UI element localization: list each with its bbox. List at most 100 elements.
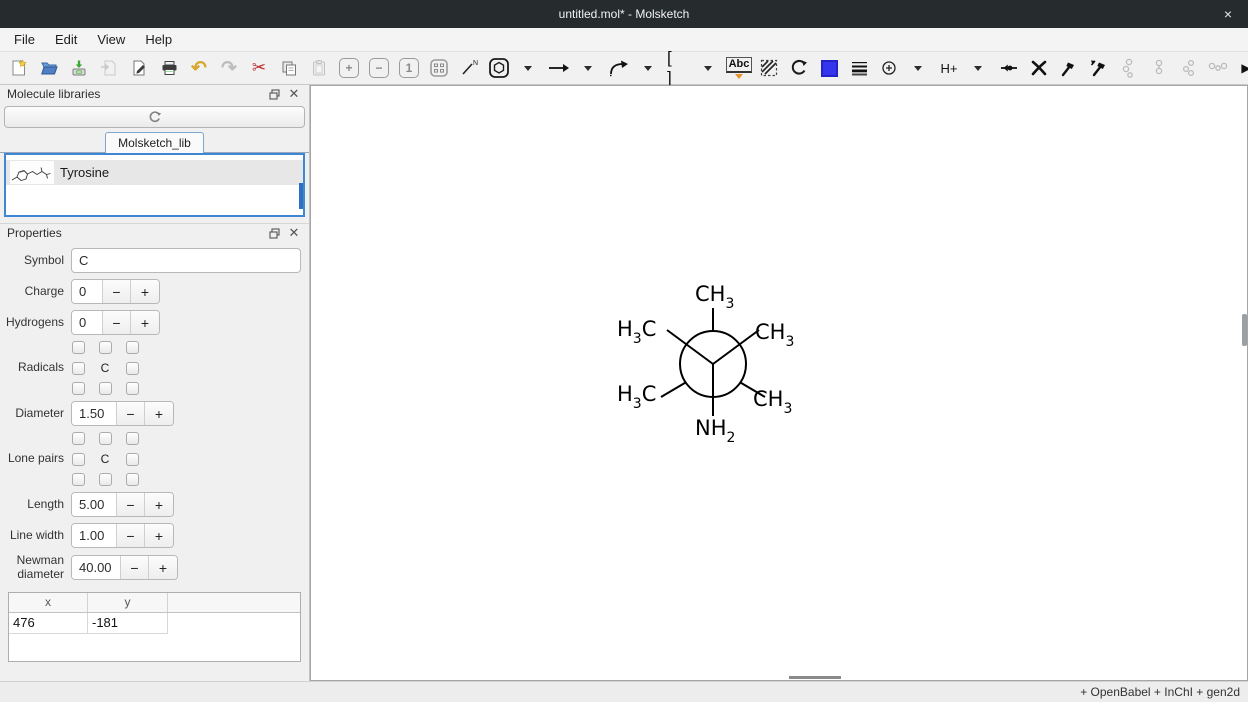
text-tool-button[interactable]: Abc xyxy=(727,55,751,81)
radical-checkbox[interactable] xyxy=(99,382,112,395)
column-header-y[interactable]: y xyxy=(88,593,168,612)
molecule-chain-1-button[interactable] xyxy=(1117,55,1141,81)
toolbar-extension-button[interactable]: ▶ xyxy=(1234,55,1248,81)
library-list[interactable]: Tyrosine xyxy=(4,153,305,217)
zoom-reset-button[interactable]: 1 xyxy=(397,55,421,81)
delete-tool-button[interactable] xyxy=(1027,55,1051,81)
list-item-tyrosine[interactable]: Tyrosine xyxy=(6,160,303,185)
redo-button[interactable]: ↷ xyxy=(217,55,241,81)
import-button[interactable] xyxy=(97,55,121,81)
length-plus-button[interactable]: + xyxy=(145,493,173,516)
newman-diameter-minus-button[interactable]: − xyxy=(121,556,149,579)
lone-pair-checkbox[interactable] xyxy=(99,473,112,486)
newman-projection-molecule[interactable]: CH3 H3C CH3 H3C CH3 NH2 xyxy=(593,264,833,474)
lone-pair-checkbox[interactable] xyxy=(72,453,85,466)
radical-checkbox[interactable] xyxy=(72,382,85,395)
zoom-in-button[interactable]: + xyxy=(337,55,361,81)
canvas-horizontal-scrollbar[interactable] xyxy=(789,676,841,679)
molecule-chain-2-button[interactable] xyxy=(1147,55,1171,81)
new-document-button[interactable] xyxy=(7,55,31,81)
radical-checkbox[interactable] xyxy=(72,362,85,375)
reaction-arrow-tool-button[interactable] xyxy=(547,55,571,81)
canvas-vertical-scrollbar[interactable] xyxy=(1242,314,1247,346)
print-button[interactable] xyxy=(157,55,181,81)
length-minus-button[interactable]: − xyxy=(117,493,145,516)
library-refresh-button[interactable] xyxy=(4,106,305,128)
zoom-out-button[interactable]: − xyxy=(367,55,391,81)
ring-tool-dropdown[interactable] xyxy=(517,55,541,81)
lone-pair-checkbox[interactable] xyxy=(72,473,85,486)
diameter-plus-button[interactable]: + xyxy=(145,402,173,425)
hydrogen-tool-button[interactable]: H+ xyxy=(937,55,961,81)
tab-molsketch-lib[interactable]: Molsketch_lib xyxy=(105,132,204,153)
reaction-arrow-dropdown[interactable] xyxy=(577,55,601,81)
molecule-split-button[interactable] xyxy=(1207,55,1231,81)
diameter-value[interactable]: 1.50 xyxy=(72,402,117,425)
ring-tool-button[interactable] xyxy=(487,55,511,81)
brackets-tool-button[interactable]: [ ] xyxy=(667,55,691,81)
draw-bond-tool-button[interactable]: N xyxy=(457,55,481,81)
mechanism-arrow-dropdown[interactable] xyxy=(637,55,661,81)
lone-pair-checkbox[interactable] xyxy=(126,432,139,445)
library-scrollbar[interactable] xyxy=(299,183,303,209)
radical-checkbox[interactable] xyxy=(99,341,112,354)
connect-tool-button[interactable] xyxy=(997,55,1021,81)
lone-pair-checkbox[interactable] xyxy=(72,432,85,445)
hydrogens-plus-button[interactable]: + xyxy=(131,311,159,334)
hydrogens-minus-button[interactable]: − xyxy=(103,311,131,334)
cut-button[interactable]: ✂ xyxy=(247,55,271,81)
mechanism-arrow-tool-button[interactable] xyxy=(607,55,631,81)
drawing-canvas[interactable]: CH3 H3C CH3 H3C CH3 NH2 xyxy=(310,85,1248,681)
library-float-button[interactable] xyxy=(266,87,282,101)
radical-checkbox[interactable] xyxy=(126,341,139,354)
lone-pair-checkbox[interactable] xyxy=(99,432,112,445)
charge-dropdown[interactable] xyxy=(907,55,931,81)
zoom-fit-button[interactable] xyxy=(427,55,451,81)
paste-button[interactable] xyxy=(307,55,331,81)
radical-checkbox[interactable] xyxy=(126,382,139,395)
library-close-button[interactable]: ✕ xyxy=(286,87,302,101)
rotate-tool-button[interactable] xyxy=(787,55,811,81)
molecule-pair-icon xyxy=(1152,58,1166,78)
symbol-input[interactable]: C xyxy=(71,248,301,273)
menu-view[interactable]: View xyxy=(87,28,135,52)
lone-pair-checkbox[interactable] xyxy=(126,473,139,486)
charge-minus-button[interactable]: − xyxy=(103,280,131,303)
selection-tool-button[interactable] xyxy=(757,55,781,81)
color-picker-button[interactable] xyxy=(817,55,841,81)
line-width-plus-button[interactable]: + xyxy=(145,524,173,547)
properties-float-button[interactable] xyxy=(266,226,282,240)
line-width-minus-button[interactable]: − xyxy=(117,524,145,547)
cell-y[interactable]: -181 xyxy=(88,613,168,634)
line-width-value[interactable]: 1.00 xyxy=(72,524,117,547)
hydrogens-value[interactable]: 0 xyxy=(72,311,103,334)
menu-file[interactable]: File xyxy=(4,28,45,52)
radical-checkbox[interactable] xyxy=(126,362,139,375)
newman-diameter-value[interactable]: 40.00 xyxy=(72,556,121,579)
line-width-button[interactable] xyxy=(847,55,871,81)
copy-button[interactable] xyxy=(277,55,301,81)
save-button[interactable] xyxy=(67,55,91,81)
window-close-button[interactable]: × xyxy=(1218,0,1238,28)
diameter-minus-button[interactable]: − xyxy=(117,402,145,425)
undo-button[interactable]: ↶ xyxy=(187,55,211,81)
hydrogen-dropdown[interactable] xyxy=(967,55,991,81)
hammer-arrow-tool-button[interactable] xyxy=(1087,55,1111,81)
hammer-tool-button[interactable] xyxy=(1057,55,1081,81)
menu-help[interactable]: Help xyxy=(135,28,182,52)
charge-value[interactable]: 0 xyxy=(72,280,103,303)
radical-checkbox[interactable] xyxy=(72,341,85,354)
brackets-dropdown[interactable] xyxy=(697,55,721,81)
properties-close-button[interactable]: ✕ xyxy=(286,226,302,240)
charge-plus-button[interactable]: + xyxy=(131,280,159,303)
molecule-chain-3-button[interactable] xyxy=(1177,55,1201,81)
export-button[interactable] xyxy=(127,55,151,81)
column-header-x[interactable]: x xyxy=(9,593,88,612)
length-value[interactable]: 5.00 xyxy=(72,493,117,516)
lone-pair-checkbox[interactable] xyxy=(126,453,139,466)
cell-x[interactable]: 476 xyxy=(9,613,88,634)
open-file-button[interactable] xyxy=(37,55,61,81)
newman-diameter-plus-button[interactable]: + xyxy=(149,556,177,579)
charge-tool-button[interactable] xyxy=(877,55,901,81)
menu-edit[interactable]: Edit xyxy=(45,28,87,52)
